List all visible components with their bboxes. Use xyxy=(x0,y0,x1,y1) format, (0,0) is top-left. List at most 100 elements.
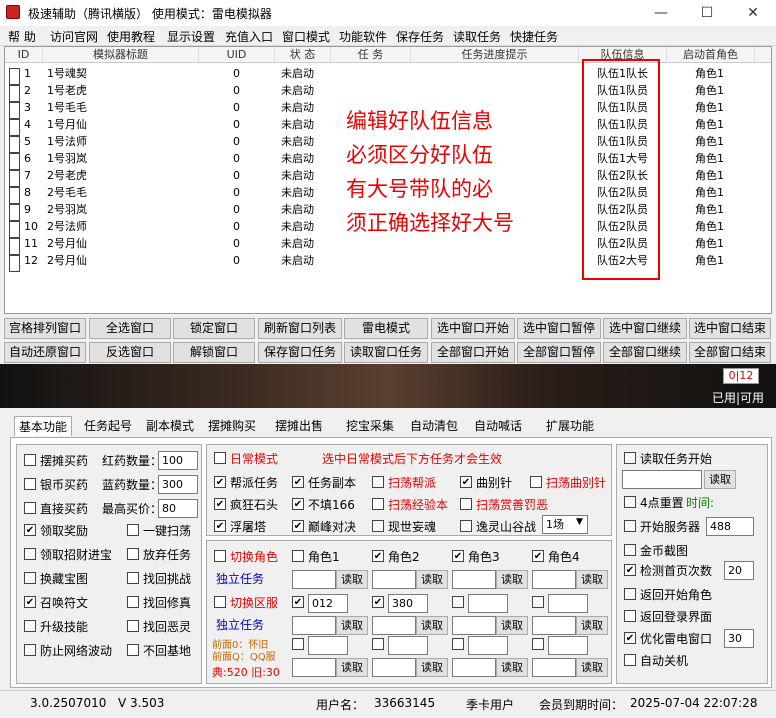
tab-extension[interactable]: 扩展功能 xyxy=(542,416,598,436)
menu-display[interactable]: 显示设置 xyxy=(167,28,215,45)
ctrl-button[interactable]: 选中窗口暂停 xyxy=(517,318,601,339)
ctrl-button[interactable]: 全部窗口结束 xyxy=(689,342,771,363)
read-button[interactable]: 读取 xyxy=(496,570,528,589)
menu-help[interactable]: 帮 助 xyxy=(8,28,36,45)
checkbox[interactable] xyxy=(127,620,139,632)
read-task-input[interactable] xyxy=(622,470,702,489)
tab-dungeon[interactable]: 副本模式 xyxy=(142,416,198,436)
role-input[interactable] xyxy=(532,658,576,677)
menu-window-mode[interactable]: 窗口模式 xyxy=(282,28,330,45)
checkbox[interactable] xyxy=(372,476,384,488)
read-button[interactable]: 读取 xyxy=(336,658,368,677)
option-checkbox[interactable] xyxy=(624,654,636,666)
ctrl-button[interactable]: 自动还原窗口 xyxy=(4,342,86,363)
read-button[interactable]: 读取 xyxy=(704,470,736,489)
minimize-button[interactable]: — xyxy=(638,0,684,26)
checkbox[interactable] xyxy=(127,596,139,608)
ctrl-button[interactable]: 选中窗口开始 xyxy=(431,318,515,339)
read-button[interactable]: 读取 xyxy=(496,616,528,635)
ctrl-button[interactable]: 解锁窗口 xyxy=(173,342,255,363)
read-button[interactable]: 读取 xyxy=(416,570,448,589)
read-task-checkbox[interactable] xyxy=(624,452,636,464)
tab-create-role[interactable]: 任务起号 xyxy=(80,416,136,436)
role-input[interactable] xyxy=(532,616,576,635)
option-checkbox[interactable] xyxy=(624,544,636,556)
zone-input[interactable] xyxy=(548,636,588,655)
ctrl-button[interactable]: 全部窗口开始 xyxy=(431,342,515,363)
checkbox[interactable]: ✔ xyxy=(214,498,226,510)
red-qty-input[interactable]: 100 xyxy=(158,451,198,470)
ctrl-button[interactable]: 锁定窗口 xyxy=(173,318,255,339)
role-checkbox[interactable] xyxy=(292,550,304,562)
role-input[interactable] xyxy=(292,658,336,677)
role-checkbox[interactable]: ✔ xyxy=(372,550,384,562)
ctrl-button[interactable]: 全选窗口 xyxy=(89,318,171,339)
role-input[interactable] xyxy=(372,570,416,589)
zone-checkbox[interactable] xyxy=(452,638,464,650)
read-button[interactable]: 读取 xyxy=(576,658,608,677)
checkbox[interactable]: ✔ xyxy=(214,476,226,488)
role-input[interactable] xyxy=(372,658,416,677)
col-task[interactable]: 任 务 xyxy=(331,47,411,63)
col-first-role[interactable]: 启动首角色 xyxy=(667,47,755,63)
menu-recharge[interactable]: 充值入口 xyxy=(225,28,273,45)
zone-input[interactable] xyxy=(548,594,588,613)
option-checkbox[interactable] xyxy=(624,610,636,622)
zone-checkbox[interactable] xyxy=(532,638,544,650)
tab-auto-shout[interactable]: 自动喊话 xyxy=(470,416,526,436)
menu-load-task[interactable]: 读取任务 xyxy=(453,28,501,45)
read-button[interactable]: 读取 xyxy=(576,616,608,635)
close-button[interactable]: ✕ xyxy=(730,0,776,26)
checkbox[interactable] xyxy=(127,548,139,560)
checkbox[interactable] xyxy=(24,548,36,560)
server-val-input[interactable]: 488 xyxy=(706,517,754,536)
checkbox[interactable] xyxy=(127,644,139,656)
zone-checkbox[interactable] xyxy=(372,638,384,650)
ctrl-button[interactable]: 雷电模式 xyxy=(344,318,428,339)
checkbox[interactable] xyxy=(460,498,472,510)
tab-stall-buy[interactable]: 摆摊购买 xyxy=(204,416,260,436)
checkbox[interactable]: ✔ xyxy=(214,520,226,532)
menu-website[interactable]: 访问官网 xyxy=(50,28,98,45)
ctrl-button[interactable]: 刷新窗口列表 xyxy=(258,318,342,339)
role-input[interactable] xyxy=(372,616,416,635)
option-checkbox[interactable] xyxy=(624,588,636,600)
col-uid[interactable]: UID xyxy=(199,47,275,63)
chevron-down-icon[interactable]: ▼ xyxy=(576,517,583,527)
role-input[interactable] xyxy=(452,658,496,677)
read-button[interactable]: 读取 xyxy=(576,570,608,589)
ctrl-button[interactable]: 选中窗口继续 xyxy=(603,318,687,339)
menu-tools[interactable]: 功能软件 xyxy=(339,28,387,45)
ctrl-button[interactable]: 全部窗口暂停 xyxy=(517,342,601,363)
checkbox[interactable] xyxy=(372,520,384,532)
zone-input[interactable] xyxy=(468,594,508,613)
checkbox[interactable] xyxy=(24,502,36,514)
detect-val-input[interactable]: 20 xyxy=(724,561,754,580)
zone-input[interactable]: 380 xyxy=(388,594,428,613)
checkbox[interactable] xyxy=(460,520,472,532)
checkbox[interactable] xyxy=(24,572,36,584)
menu-save-task[interactable]: 保存任务 xyxy=(396,28,444,45)
read-button[interactable]: 读取 xyxy=(336,616,368,635)
col-id[interactable]: ID xyxy=(5,47,43,63)
read-button[interactable]: 读取 xyxy=(416,616,448,635)
ctrl-button[interactable]: 全部窗口继续 xyxy=(603,342,687,363)
tab-stall-sell[interactable]: 摆摊出售 xyxy=(271,416,327,436)
role-input[interactable] xyxy=(292,616,336,635)
option-checkbox[interactable] xyxy=(624,520,636,532)
opt-val-input[interactable]: 30 xyxy=(724,629,754,648)
maximize-button[interactable]: ☐ xyxy=(684,0,730,26)
col-title[interactable]: 模拟器标题 xyxy=(43,47,199,63)
role-input[interactable] xyxy=(452,570,496,589)
ctrl-button[interactable]: 读取窗口任务 xyxy=(344,342,428,363)
zone-input[interactable] xyxy=(308,636,348,655)
zone-input[interactable]: 012 xyxy=(308,594,348,613)
checkbox[interactable] xyxy=(530,476,542,488)
reset-checkbox[interactable] xyxy=(624,496,636,508)
row-checkbox[interactable] xyxy=(9,255,20,272)
checkbox[interactable]: ✔ xyxy=(292,520,304,532)
zone-input[interactable] xyxy=(468,636,508,655)
ctrl-button[interactable]: 选中窗口结束 xyxy=(689,318,771,339)
role-checkbox[interactable]: ✔ xyxy=(532,550,544,562)
checkbox[interactable] xyxy=(127,572,139,584)
